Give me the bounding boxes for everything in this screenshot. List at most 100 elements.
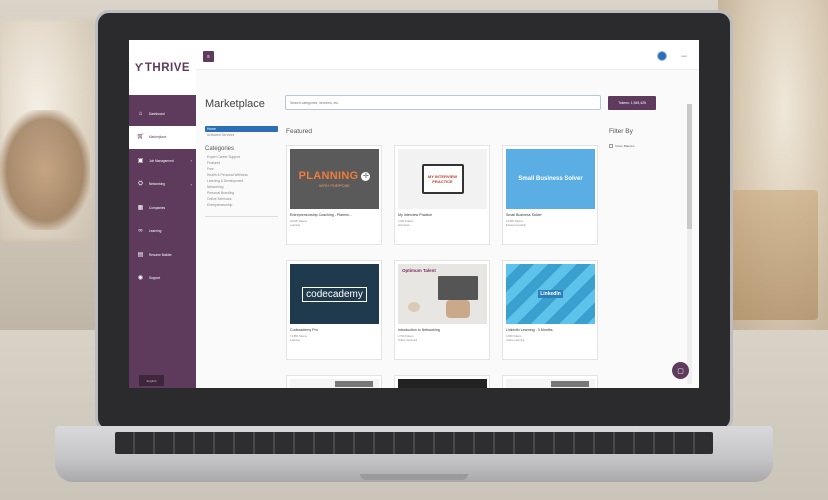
building-icon: ▦: [137, 204, 144, 211]
card-image-networking: Optimum Talent: [398, 264, 487, 324]
menu-icon: ≡: [207, 53, 210, 60]
search-input[interactable]: [285, 95, 601, 110]
service-card[interactable]: PLANNING ✛ WITH PURPOSE Entrepreneurship…: [286, 145, 382, 245]
briefcase-icon: ▣: [137, 157, 144, 164]
logo-text: THRIVE: [144, 61, 191, 74]
sidebar-item-learning[interactable]: ∞ Learning: [129, 220, 196, 244]
card-image-text: codecademy: [302, 286, 367, 302]
sidebar-item-label: Networking: [149, 182, 165, 187]
category-menu: Home Activated Services Categories Exper…: [205, 126, 278, 217]
user-name[interactable]: user: [681, 54, 687, 58]
card-category: Online Learning: [506, 339, 525, 342]
filter-option-label: Token Balance: [615, 144, 635, 148]
card-image-codecademy: codecademy: [290, 264, 379, 324]
chevron-right-icon: ›: [190, 181, 192, 187]
card-image-text: Optimum Talent: [402, 268, 436, 273]
card-image-planning: PLANNING ✛ WITH PURPOSE: [290, 149, 379, 209]
service-card[interactable]: Small Business Solver Small Business Sol…: [502, 145, 598, 245]
support-icon: ◉: [137, 275, 144, 282]
compass-icon: ✛: [361, 171, 371, 181]
sidebar-item-resume-builder[interactable]: ▤ Resume Builder: [129, 243, 196, 267]
scrollbar-thumb[interactable]: [687, 104, 692, 229]
hands-photo: [446, 300, 470, 318]
sidebar-item-dashboard[interactable]: ⌂ Dashboard: [129, 102, 196, 126]
laptop-photo: [438, 276, 478, 300]
laptop-base-lip: [360, 474, 468, 480]
avatar[interactable]: [657, 51, 667, 61]
sidebar-item-job-management[interactable]: ▣ Job Management ›: [129, 149, 196, 173]
main-content: Marketplace Tokens: 1,545,425 Home Activ…: [196, 70, 699, 388]
filter-heading: Filter By: [609, 128, 633, 135]
card-image-subtext: WITH PURPOSE: [319, 183, 350, 188]
service-card[interactable]: Optimum Talent Introduction to Networkin…: [394, 260, 490, 360]
document-icon: ▤: [137, 251, 144, 258]
card-title[interactable]: Small Business Solver: [506, 213, 596, 217]
card-image-text: MY INTERVIEW PRACTICE: [427, 174, 458, 184]
chat-button[interactable]: ▢: [672, 362, 689, 379]
filter-option-token-balance[interactable]: Token Balance: [609, 144, 635, 148]
network-icon: ⛭: [138, 181, 143, 188]
service-card[interactable]: MY INTERVIEW PRACTICE My Interview Pract…: [394, 145, 490, 245]
laptop-keyboard: [115, 432, 713, 454]
card-image-text: PLANNING: [298, 170, 359, 182]
sidebar-item-label: Marketplace: [149, 135, 167, 140]
card-meta: 4,680 Tokens Online Learning: [506, 335, 524, 343]
background-shelf: [723, 190, 818, 320]
menu-toggle-button[interactable]: ≡: [203, 51, 214, 62]
sidebar-item-label: Support: [149, 276, 161, 281]
sidebar-item-support[interactable]: ◉ Support: [129, 267, 196, 291]
card-meta: 4,000 Tokens Interviews: [398, 220, 413, 228]
card-meta: 16,980 Tokens Entrepreneurship: [506, 220, 526, 228]
card-image-text: Small Business Solver: [518, 176, 583, 182]
category-item[interactable]: Entrepreneurship: [205, 202, 278, 208]
sidebar-item-marketplace[interactable]: 🛒︎ Marketplace: [129, 125, 196, 149]
laptop-screen: ϒ THRIVE ⌂ Dashboard 🛒︎ Marketplace ▣ Jo…: [129, 40, 699, 388]
sidebar-item-companies[interactable]: ▦ Companies: [129, 196, 196, 220]
scrollbar[interactable]: [687, 104, 692, 384]
divider: [205, 216, 278, 217]
service-card[interactable]: [286, 375, 382, 388]
sidebar-item-label: Companies: [149, 205, 166, 210]
card-image: [506, 379, 595, 388]
card-meta: 71,880 Tokens Learning: [290, 335, 307, 343]
card-category: Online Seminars: [398, 339, 418, 342]
sidebar-item-label: Job Management: [149, 158, 174, 163]
card-category: Learning: [290, 339, 301, 342]
sidebar-nav: ⌂ Dashboard 🛒︎ Marketplace ▣ Job Managem…: [129, 102, 196, 290]
categories-heading: Categories: [205, 146, 235, 152]
card-title[interactable]: LinkedIn Learning - 3 Months: [506, 328, 596, 332]
service-card[interactable]: [502, 375, 598, 388]
card-category: Entrepreneurship: [506, 224, 526, 227]
card-image-linkedin: LinkedIn: [506, 264, 595, 324]
service-card[interactable]: LinkedIn LinkedIn Learning - 3 Months 4,…: [502, 260, 598, 360]
sidebar: ϒ THRIVE ⌂ Dashboard 🛒︎ Marketplace ▣ Jo…: [129, 40, 196, 388]
tokens-button[interactable]: Tokens: 1,545,425: [608, 96, 656, 110]
card-image-small-business: Small Business Solver: [506, 149, 595, 209]
home-icon: ⌂: [138, 110, 143, 117]
card-title[interactable]: Codecademy Pro: [290, 328, 380, 332]
card-title[interactable]: Introduction to Networking: [398, 328, 488, 332]
menu-item-activated-services[interactable]: Activated Services: [205, 132, 278, 138]
sidebar-item-networking[interactable]: ⛭ Networking ›: [129, 173, 196, 197]
cart-icon: 🛒︎: [136, 134, 145, 141]
page-title: Marketplace: [205, 98, 265, 110]
background-chair: [0, 110, 90, 230]
logo-mark-icon: ϒ: [134, 61, 144, 74]
checkbox[interactable]: [609, 144, 613, 148]
sidebar-item-label: Dashboard: [149, 111, 165, 116]
card-image-text: LinkedIn: [538, 290, 563, 298]
featured-heading: Featured: [286, 128, 313, 135]
service-card[interactable]: codecademy Codecademy Pro 71,880 Tokens …: [286, 260, 382, 360]
service-card[interactable]: [394, 375, 490, 388]
top-bar: ≡ user: [196, 40, 699, 70]
card-title[interactable]: Entrepreneurship Coaching - Plannin...: [290, 213, 380, 217]
card-category: Learning: [290, 224, 301, 227]
card-image-interview: MY INTERVIEW PRACTICE: [398, 149, 487, 209]
app-logo[interactable]: ϒ THRIVE: [129, 40, 196, 95]
cup-photo: [408, 302, 420, 312]
sidebar-item-label: Resume Builder: [149, 252, 172, 257]
language-button[interactable]: English: [139, 375, 164, 386]
card-title[interactable]: My Interview Practice: [398, 213, 488, 217]
card-meta: 46,000 Tokens Learning: [290, 220, 307, 228]
chevron-right-icon: ›: [190, 158, 192, 164]
